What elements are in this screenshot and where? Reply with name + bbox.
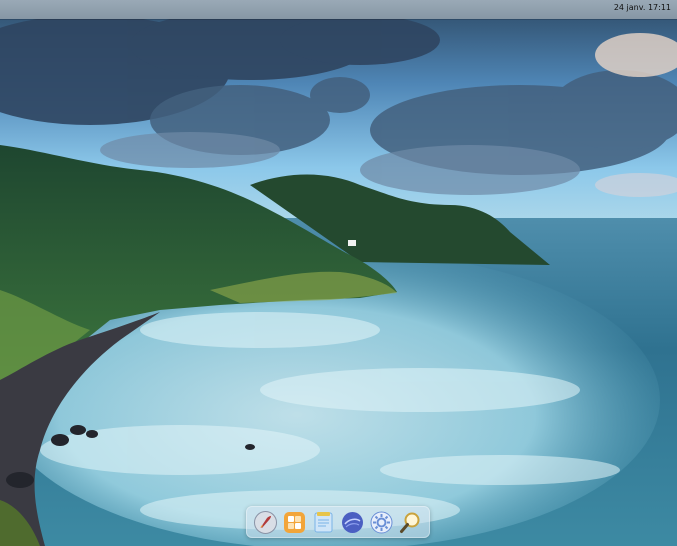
dock (246, 506, 430, 538)
clock-date-time[interactable]: 24 janv. 17:11 (614, 3, 671, 12)
settings-gear-icon[interactable] (369, 510, 394, 535)
desktop-wallpaper (0, 0, 677, 546)
rocket-launcher-icon[interactable] (253, 510, 278, 535)
apps-grid-icon[interactable] (282, 510, 307, 535)
notes-icon[interactable] (311, 510, 336, 535)
top-menu-bar: 24 janv. 17:11 (0, 0, 677, 19)
search-magnifier-icon[interactable] (398, 510, 423, 535)
web-browser-icon[interactable] (340, 510, 365, 535)
